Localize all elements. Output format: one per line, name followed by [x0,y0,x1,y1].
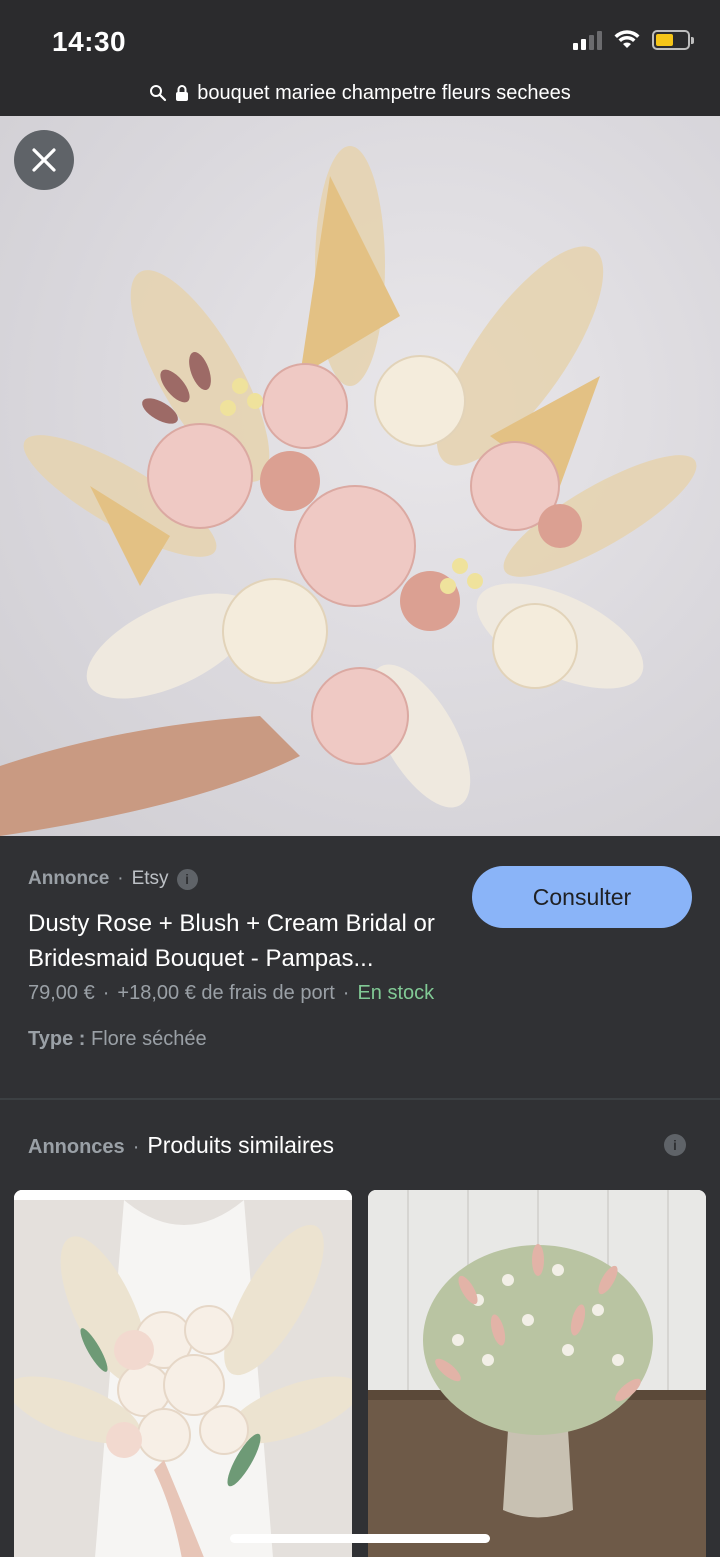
status-icons [573,30,694,50]
similar-product-card[interactable] [368,1190,706,1557]
similar-products-title: Produits similaires [147,1132,334,1158]
url-text: bouquet mariee champetre fleurs sechees [197,81,571,104]
stock-status: En stock [357,982,435,1004]
product-title[interactable]: Dusty Rose + Blush + Cream Bridal or Bri… [28,906,448,976]
ad-info-icon[interactable]: i [176,868,198,890]
shipping-cost: +18,00 € de frais de port [117,982,335,1004]
similar-info-icon[interactable]: i [664,1134,686,1156]
ad-label: Annonce [28,868,110,889]
image-viewer-page: 14:30 bouquet mariee champetre fleurs se… [0,0,720,1557]
status-time: 14:30 [52,26,127,57]
merchant-name[interactable]: Etsy [132,868,169,890]
product-info-panel: Annonce · Etsy i Dusty Rose + Blush + Cr… [0,836,720,1098]
ads-label: Annonces [28,1136,125,1158]
product-type: Type : Flore séchée [28,1028,207,1051]
separator: · [102,982,110,1004]
similar-products-header: Annonces · Produits similaires [28,1132,334,1159]
price: 79,00 € [28,982,95,1004]
wifi-icon [614,30,640,48]
home-indicator[interactable] [230,1534,490,1543]
lock-icon [176,85,189,101]
separator: · [117,868,124,889]
battery-icon [652,30,694,50]
status-bar: 14:30 [0,0,720,78]
separator: · [132,1136,140,1158]
similar-product-card[interactable] [14,1190,352,1557]
search-icon [150,85,167,102]
close-icon [32,148,56,172]
product-image[interactable] [0,116,720,836]
url-bar[interactable]: bouquet mariee champetre fleurs sechees [0,70,720,116]
ad-attribution: Annonce · Etsy i [28,868,198,890]
consult-button[interactable]: Consulter [472,866,692,928]
separator: · [342,982,350,1004]
similar-products-section: Annonces · Produits similaires i [0,1100,720,1557]
similar-product-image [368,1190,706,1557]
similar-product-image [14,1190,352,1557]
close-button[interactable] [14,130,74,190]
type-value: Flore séchée [90,1028,207,1050]
type-label: Type : [28,1028,86,1050]
cellular-signal-icon [573,30,602,50]
price-line: 79,00 € · +18,00 € de frais de port · En… [28,982,434,1005]
bouquet-illustration [0,146,697,836]
